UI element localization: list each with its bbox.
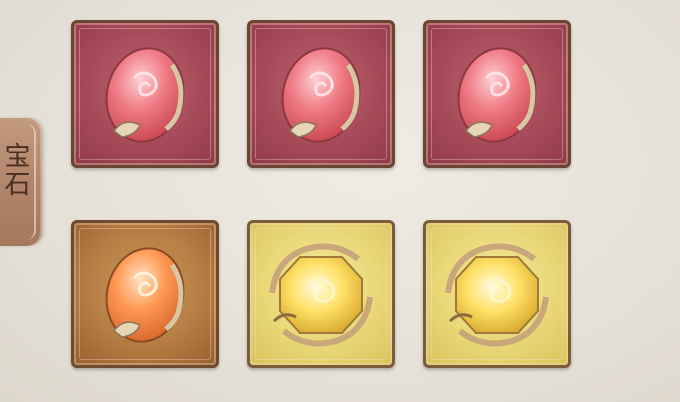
yellow-octagon-gem-icon (445, 243, 549, 347)
gem-slot-3[interactable] (423, 20, 571, 168)
gem-slot-2[interactable] (247, 20, 395, 168)
yellow-octagon-gem-icon (269, 243, 373, 347)
red-oval-gem-icon (457, 47, 537, 143)
gem-slot-6[interactable] (423, 220, 571, 368)
red-oval-gem-icon (105, 47, 185, 143)
red-oval-gem-icon (281, 47, 361, 143)
gem-slot-4[interactable] (71, 220, 219, 368)
gem-category-tab[interactable]: 宝石 (0, 118, 42, 246)
gem-slot-5[interactable] (247, 220, 395, 368)
gem-category-label: 宝石 (0, 142, 30, 198)
gem-slot-1[interactable] (71, 20, 219, 168)
orange-oval-gem-icon (105, 247, 185, 343)
